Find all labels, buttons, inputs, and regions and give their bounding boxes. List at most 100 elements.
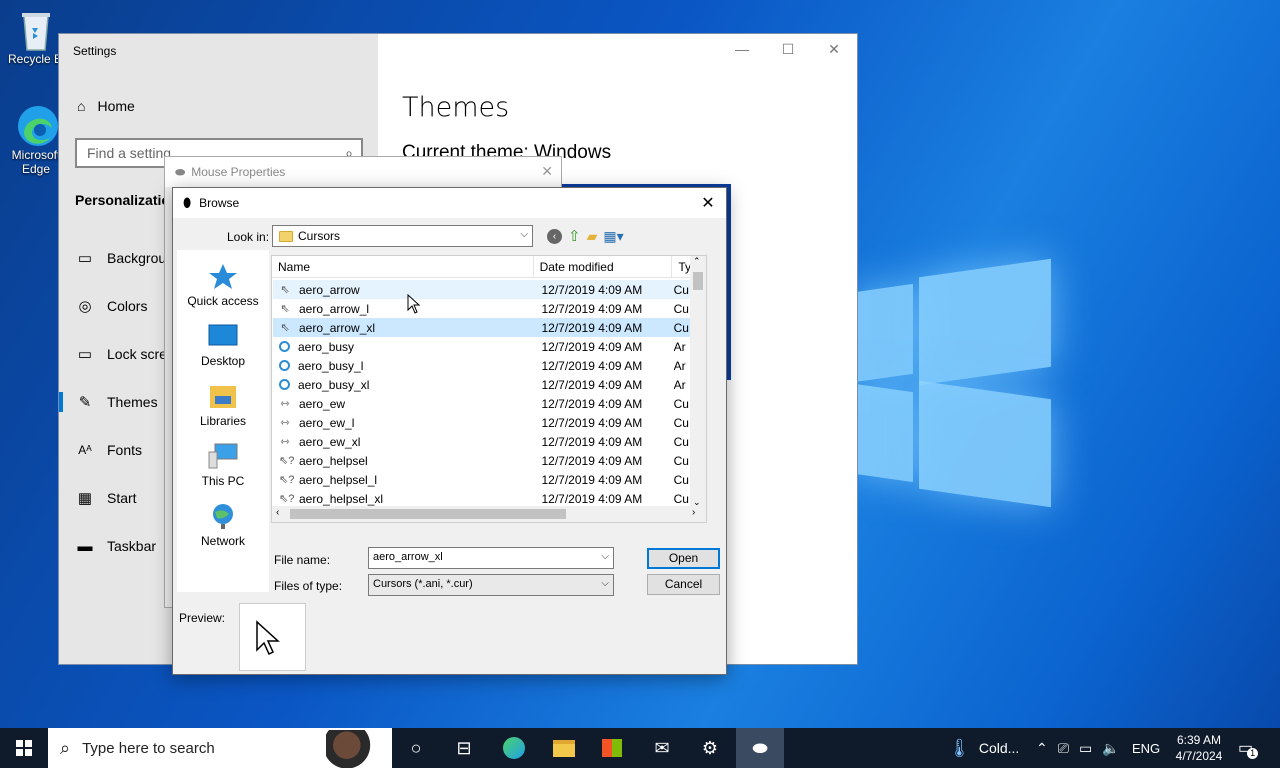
start-button[interactable] — [0, 728, 48, 768]
file-name: aero_ew_xl — [299, 434, 361, 449]
thermometer-icon: 🌡 — [948, 737, 971, 758]
file-name-cell: ⇖ aero_arrow_xl — [273, 321, 533, 335]
volume-muted-icon[interactable]: 🔈 — [1102, 740, 1119, 757]
chevron-down-icon[interactable]: ⌵ — [601, 551, 609, 562]
search-placeholder: Type here to search — [82, 739, 215, 757]
place-quick-access[interactable]: Quick access — [177, 262, 269, 308]
up-folder-icon[interactable]: ⇧ — [568, 227, 581, 245]
horizontal-scrollbar[interactable]: ‹ › — [272, 506, 706, 522]
preview-label: Preview: — [179, 611, 226, 625]
file-row[interactable]: ⇖ aero_arrow_l 12/7/2019 4:09 AM Cu — [273, 299, 693, 318]
cortana-button[interactable]: ○ — [392, 728, 440, 768]
files-of-type-select[interactable]: Cursors (*.ani, *.cur) ⌵ — [368, 574, 614, 596]
column-header-date[interactable]: Date modified — [534, 256, 673, 278]
file-row[interactable]: ⇖ aero_arrow 12/7/2019 4:09 AM Cu — [273, 280, 693, 299]
file-explorer-button[interactable] — [540, 728, 588, 768]
file-row[interactable]: ⇖ aero_arrow_xl 12/7/2019 4:09 AM Cu — [273, 318, 693, 337]
file-row[interactable]: aero_busy 12/7/2019 4:09 AM Ar — [273, 337, 693, 356]
place-label: Quick access — [187, 294, 259, 308]
cancel-button[interactable]: Cancel — [647, 574, 720, 595]
minimize-icon[interactable]: — — [719, 34, 765, 64]
system-tray: ⌃ ⎚ ▭ 🔈 — [1036, 728, 1120, 768]
place-this-pc[interactable]: This PC — [177, 442, 269, 488]
nav-label: Taskbar — [107, 538, 157, 554]
scroll-up-icon[interactable]: ⌃ — [693, 256, 701, 267]
weather-widget[interactable]: 🌡 Cold... — [948, 728, 1019, 768]
place-network[interactable]: Network — [177, 502, 269, 548]
file-row[interactable]: ⇖? aero_helpsel 12/7/2019 4:09 AM Cu — [273, 451, 693, 470]
view-menu-icon[interactable]: ▦▾ — [603, 228, 623, 245]
mouse-properties-taskbar-button[interactable]: ⬬ — [736, 728, 784, 768]
close-icon[interactable]: ✕ — [696, 191, 720, 215]
file-row[interactable]: ⇿ aero_ew_xl 12/7/2019 4:09 AM Cu — [273, 432, 693, 451]
file-date-cell: 12/7/2019 4:09 AM — [541, 491, 643, 506]
file-name-cell: ⇖ aero_arrow_l — [273, 302, 533, 316]
close-icon[interactable]: ✕ — [541, 163, 553, 180]
chevron-up-icon[interactable]: ⌃ — [1036, 740, 1048, 757]
look-in-value: Cursors — [298, 229, 341, 243]
weather-text: Cold... — [978, 740, 1020, 756]
help-cursor-icon: ⇖? — [279, 492, 295, 505]
taskbar-search-input[interactable]: ⌕ Type here to search — [48, 728, 392, 768]
computer-icon — [207, 442, 239, 470]
font-icon: Aᴬ — [78, 443, 92, 457]
file-row[interactable]: ⇿ aero_ew_l 12/7/2019 4:09 AM Cu — [273, 413, 693, 432]
taskbar: ⌕ Type here to search ○ ⊟ ✉ ⚙ ⬬ 🌡 Cold..… — [0, 728, 1280, 768]
windows-icon — [16, 740, 32, 756]
maximize-icon[interactable]: ☐ — [765, 34, 811, 64]
scroll-left-icon[interactable]: ‹ — [276, 507, 279, 518]
windows-logo-wallpaper — [855, 258, 1055, 518]
window-title: Mouse Properties — [191, 165, 286, 179]
file-date-cell: 12/7/2019 4:09 AM — [541, 453, 643, 468]
file-date-cell: 12/7/2019 4:09 AM — [541, 358, 643, 373]
place-label: Libraries — [199, 414, 247, 428]
file-name-cell: ⇿ aero_ew_l — [273, 416, 533, 430]
vertical-scrollbar[interactable]: ⌃ ⌄ — [690, 256, 706, 508]
file-date-cell: 12/7/2019 4:09 AM — [541, 282, 643, 297]
meet-now-icon[interactable]: ⎚ — [1058, 740, 1069, 757]
dialog-title: Browse — [199, 196, 240, 210]
file-row[interactable]: aero_busy_l 12/7/2019 4:09 AM Ar — [273, 356, 693, 375]
place-desktop[interactable]: Desktop — [177, 322, 269, 368]
store-button[interactable] — [588, 728, 636, 768]
scroll-thumb[interactable] — [290, 509, 566, 519]
place-libraries[interactable]: Libraries — [177, 382, 269, 428]
brush-icon: ✎ — [78, 394, 92, 411]
file-name-input[interactable]: aero_arrow_xl ⌵ — [368, 547, 614, 569]
file-row[interactable]: ⇿ aero_ew 12/7/2019 4:09 AM Cu — [273, 394, 693, 413]
clock-date: 4/7/2024 — [1175, 749, 1223, 763]
cursor-preview — [239, 603, 306, 671]
file-name: aero_helpsel — [299, 453, 368, 468]
file-name: aero_arrow_l — [299, 301, 370, 316]
place-label: Network — [200, 534, 245, 548]
notifications-button[interactable]: ▭ 1 — [1238, 728, 1259, 768]
notification-count: 1 — [1247, 747, 1259, 759]
arrow-cursor-icon: ⇖ — [280, 283, 290, 296]
look-in-combo[interactable]: Cursors ⌵ — [272, 225, 533, 247]
clock[interactable]: 6:39 AM 4/7/2024 — [1170, 728, 1228, 768]
file-name: aero_helpsel_xl — [299, 491, 384, 506]
sort-ascending-icon: ⌃ — [403, 255, 411, 262]
scroll-thumb[interactable] — [693, 272, 703, 290]
arrow-cursor-icon — [256, 620, 280, 656]
edge-taskbar-button[interactable] — [490, 728, 538, 768]
network-icon[interactable]: ▭ — [1079, 740, 1092, 757]
busy-cursor-icon — [279, 360, 290, 371]
language-indicator[interactable]: ENG — [1132, 728, 1160, 768]
scroll-right-icon[interactable]: › — [692, 507, 695, 518]
open-button[interactable]: Open — [647, 548, 720, 569]
home-nav[interactable]: ⌂ Home — [77, 98, 135, 114]
settings-taskbar-button[interactable]: ⚙ — [686, 728, 734, 768]
arrow-cursor-icon: ⇖ — [280, 321, 290, 334]
mail-button[interactable]: ✉ — [638, 728, 686, 768]
edge-icon — [16, 104, 58, 146]
file-date-cell: 12/7/2019 4:09 AM — [541, 396, 643, 411]
arrow-cursor-icon: ⇖ — [280, 302, 290, 315]
file-row[interactable]: aero_busy_xl 12/7/2019 4:09 AM Ar — [273, 375, 693, 394]
file-row[interactable]: ⇖? aero_helpsel_l 12/7/2019 4:09 AM Cu — [273, 470, 693, 489]
places-bar: Quick access Desktop Libraries This PC N… — [177, 250, 269, 592]
task-view-button[interactable]: ⊟ — [440, 728, 488, 768]
new-folder-icon[interactable]: ▰ — [587, 228, 598, 245]
close-icon[interactable]: ✕ — [811, 34, 857, 64]
back-icon[interactable]: ‹ — [547, 228, 562, 244]
